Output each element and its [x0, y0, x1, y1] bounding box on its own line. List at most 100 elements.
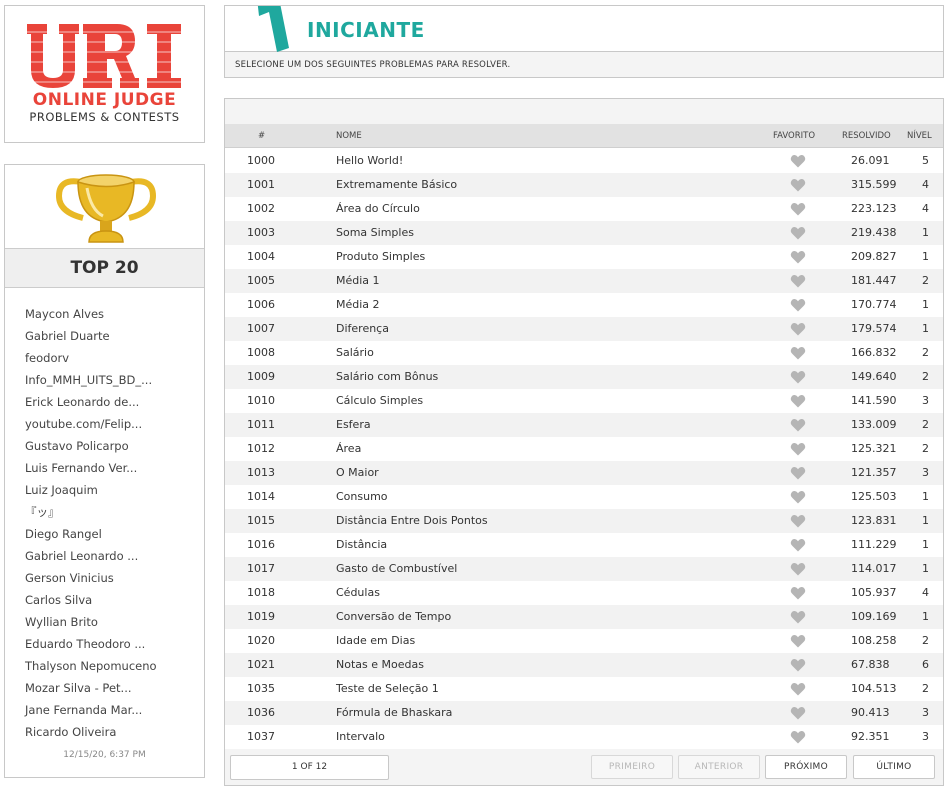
favorite-heart-icon[interactable]: [790, 514, 806, 528]
top20-user[interactable]: Diego Rangel: [25, 523, 157, 545]
favorite-heart-icon[interactable]: [790, 394, 806, 408]
table-row[interactable]: 1015 Distância Entre Dois Pontos 123.831 1: [225, 509, 943, 533]
problem-number[interactable]: 1010: [247, 389, 275, 413]
column-header-num[interactable]: #: [258, 124, 265, 148]
table-row[interactable]: 1001 Extremamente Básico 315.599 4: [225, 173, 943, 197]
problem-name-link[interactable]: Soma Simples: [336, 221, 414, 245]
table-row[interactable]: 1037 Intervalo 92.351 3: [225, 725, 943, 749]
problem-name-link[interactable]: Distância Entre Dois Pontos: [336, 509, 488, 533]
top20-user[interactable]: Gabriel Leonardo ...: [25, 545, 157, 567]
problem-name-link[interactable]: Conversão de Tempo: [336, 605, 451, 629]
problem-name-link[interactable]: Extremamente Básico: [336, 173, 457, 197]
problem-name-link[interactable]: Cálculo Simples: [336, 389, 423, 413]
favorite-heart-icon[interactable]: [790, 706, 806, 720]
problem-name-link[interactable]: Distância: [336, 533, 387, 557]
table-row[interactable]: 1020 Idade em Dias 108.258 2: [225, 629, 943, 653]
table-row[interactable]: 1035 Teste de Seleção 1 104.513 2: [225, 677, 943, 701]
top20-user[interactable]: Jane Fernanda Mar...: [25, 699, 157, 721]
problem-number[interactable]: 1000: [247, 149, 275, 173]
table-row[interactable]: 1006 Média 2 170.774 1: [225, 293, 943, 317]
problem-number[interactable]: 1005: [247, 269, 275, 293]
table-row[interactable]: 1016 Distância 111.229 1: [225, 533, 943, 557]
problem-name-link[interactable]: Notas e Moedas: [336, 653, 424, 677]
top20-user[interactable]: Wyllian Brito: [25, 611, 157, 633]
favorite-heart-icon[interactable]: [790, 730, 806, 744]
problem-number[interactable]: 1007: [247, 317, 275, 341]
problem-number[interactable]: 1001: [247, 173, 275, 197]
problem-number[interactable]: 1013: [247, 461, 275, 485]
problem-number[interactable]: 1020: [247, 629, 275, 653]
favorite-heart-icon[interactable]: [790, 442, 806, 456]
problem-name-link[interactable]: Esfera: [336, 413, 371, 437]
top20-user[interactable]: feodorv: [25, 347, 157, 369]
problem-name-link[interactable]: Área: [336, 437, 361, 461]
problem-number[interactable]: 1017: [247, 557, 275, 581]
top20-user[interactable]: Gustavo Policarpo: [25, 435, 157, 457]
problem-name-link[interactable]: Consumo: [336, 485, 388, 509]
table-row[interactable]: 1019 Conversão de Tempo 109.169 1: [225, 605, 943, 629]
previous-page-button[interactable]: ANTERIOR: [678, 755, 760, 779]
problem-number[interactable]: 1012: [247, 437, 275, 461]
table-row[interactable]: 1003 Soma Simples 219.438 1: [225, 221, 943, 245]
problem-name-link[interactable]: Intervalo: [336, 725, 385, 749]
favorite-heart-icon[interactable]: [790, 682, 806, 696]
favorite-heart-icon[interactable]: [790, 226, 806, 240]
problem-name-link[interactable]: Fórmula de Bhaskara: [336, 701, 452, 725]
favorite-heart-icon[interactable]: [790, 490, 806, 504]
problem-number[interactable]: 1004: [247, 245, 275, 269]
top20-user[interactable]: Carlos Silva: [25, 589, 157, 611]
column-header-favorite[interactable]: FAVORITO: [773, 124, 815, 148]
favorite-heart-icon[interactable]: [790, 274, 806, 288]
top20-user[interactable]: Erick Leonardo de...: [25, 391, 157, 413]
problem-name-link[interactable]: Hello World!: [336, 149, 403, 173]
table-row[interactable]: 1007 Diferença 179.574 1: [225, 317, 943, 341]
top20-user[interactable]: Luiz Joaquim: [25, 479, 157, 501]
favorite-heart-icon[interactable]: [790, 322, 806, 336]
top20-user[interactable]: Mozar Silva - Pet...: [25, 677, 157, 699]
favorite-heart-icon[interactable]: [790, 586, 806, 600]
problem-name-link[interactable]: Área do Círculo: [336, 197, 420, 221]
problem-name-link[interactable]: Gasto de Combustível: [336, 557, 457, 581]
favorite-heart-icon[interactable]: [790, 370, 806, 384]
table-row[interactable]: 1004 Produto Simples 209.827 1: [225, 245, 943, 269]
table-row[interactable]: 1009 Salário com Bônus 149.640 2: [225, 365, 943, 389]
problem-number[interactable]: 1018: [247, 581, 275, 605]
favorite-heart-icon[interactable]: [790, 202, 806, 216]
top20-user[interactable]: Gerson Vinicius: [25, 567, 157, 589]
top20-user[interactable]: 『ッ』: [25, 501, 157, 523]
problem-name-link[interactable]: Cédulas: [336, 581, 380, 605]
problem-number[interactable]: 1006: [247, 293, 275, 317]
first-page-button[interactable]: PRIMEIRO: [591, 755, 673, 779]
top20-user[interactable]: Info_MMH_UITS_BD_...: [25, 369, 157, 391]
problem-name-link[interactable]: O Maior: [336, 461, 379, 485]
problem-name-link[interactable]: Salário: [336, 341, 374, 365]
problem-name-link[interactable]: Diferença: [336, 317, 389, 341]
favorite-heart-icon[interactable]: [790, 466, 806, 480]
favorite-heart-icon[interactable]: [790, 346, 806, 360]
table-row[interactable]: 1005 Média 1 181.447 2: [225, 269, 943, 293]
top20-user[interactable]: Luis Fernando Ver...: [25, 457, 157, 479]
favorite-heart-icon[interactable]: [790, 610, 806, 624]
table-row[interactable]: 1017 Gasto de Combustível 114.017 1: [225, 557, 943, 581]
next-page-button[interactable]: PRÓXIMO: [765, 755, 847, 779]
favorite-heart-icon[interactable]: [790, 538, 806, 552]
problem-name-link[interactable]: Salário com Bônus: [336, 365, 438, 389]
table-row[interactable]: 1002 Área do Círculo 223.123 4: [225, 197, 943, 221]
problem-name-link[interactable]: Teste de Seleção 1: [336, 677, 439, 701]
problem-number[interactable]: 1014: [247, 485, 275, 509]
column-header-name[interactable]: NOME: [336, 124, 362, 148]
column-header-level[interactable]: NÍVEL: [907, 124, 932, 148]
logo[interactable]: ONLINE JUDGE PROBLEMS & CONTESTS: [4, 5, 205, 143]
top20-user[interactable]: Ricardo Oliveira: [25, 721, 157, 743]
problem-number[interactable]: 1015: [247, 509, 275, 533]
table-row[interactable]: 1021 Notas e Moedas 67.838 6: [225, 653, 943, 677]
problem-number[interactable]: 1009: [247, 365, 275, 389]
problem-number[interactable]: 1021: [247, 653, 275, 677]
favorite-heart-icon[interactable]: [790, 250, 806, 264]
table-row[interactable]: 1013 O Maior 121.357 3: [225, 461, 943, 485]
table-row[interactable]: 1008 Salário 166.832 2: [225, 341, 943, 365]
problem-number[interactable]: 1008: [247, 341, 275, 365]
top20-user[interactable]: Eduardo Theodoro ...: [25, 633, 157, 655]
problem-number[interactable]: 1037: [247, 725, 275, 749]
favorite-heart-icon[interactable]: [790, 154, 806, 168]
